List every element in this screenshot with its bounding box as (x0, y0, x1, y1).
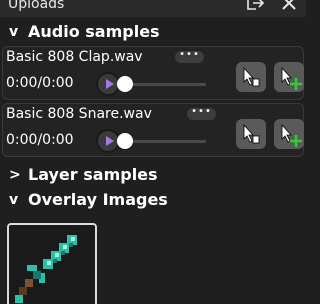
diamond-sword-icon (15, 231, 83, 303)
cursor-add-icon (281, 66, 302, 90)
section-label: Layer samples (28, 165, 158, 184)
cursor-icon (243, 66, 260, 87)
chevron-down-icon: v (9, 192, 19, 208)
overlay-image-thumbnail[interactable] (7, 223, 97, 304)
add-to-timeline-button[interactable] (274, 62, 304, 92)
section-layer-samples[interactable]: > Layer samples (0, 164, 306, 186)
chevron-down-icon: v (9, 24, 19, 40)
audio-time: 0:00/0:00 (6, 75, 74, 91)
chevron-right-icon: > (9, 167, 21, 183)
more-options-icon: ••• (179, 49, 200, 60)
add-to-timeline-button[interactable] (274, 119, 304, 149)
audio-seek-knob[interactable] (117, 76, 133, 92)
section-label: Audio samples (28, 22, 160, 41)
section-overlay-images[interactable]: v Overlay Images (0, 189, 306, 211)
audio-time: 0:00/0:00 (6, 132, 74, 148)
more-options-button[interactable]: ••• (187, 106, 216, 120)
audio-item: Basic 808 Snare.wav ••• 0:00/0:00 (2, 103, 304, 157)
close-icon[interactable] (280, 0, 298, 12)
audio-file-name: Basic 808 Snare.wav (6, 106, 152, 122)
more-options-button[interactable]: ••• (175, 49, 204, 63)
section-label: Overlay Images (28, 190, 168, 209)
panel-title: Uploads (8, 0, 65, 12)
more-options-icon: ••• (191, 106, 212, 117)
panel-titlebar: Uploads (0, 0, 306, 17)
section-audio-samples[interactable]: v Audio samples (0, 21, 306, 43)
select-cursor-button[interactable] (236, 119, 266, 149)
cursor-icon (243, 123, 260, 144)
export-icon[interactable] (246, 0, 266, 11)
audio-item: Basic 808 Clap.wav ••• 0:00/0:00 (2, 46, 304, 100)
audio-file-name: Basic 808 Clap.wav (6, 49, 143, 65)
select-cursor-button[interactable] (236, 62, 266, 92)
cursor-add-icon (281, 123, 302, 147)
audio-seek-knob[interactable] (117, 133, 133, 149)
